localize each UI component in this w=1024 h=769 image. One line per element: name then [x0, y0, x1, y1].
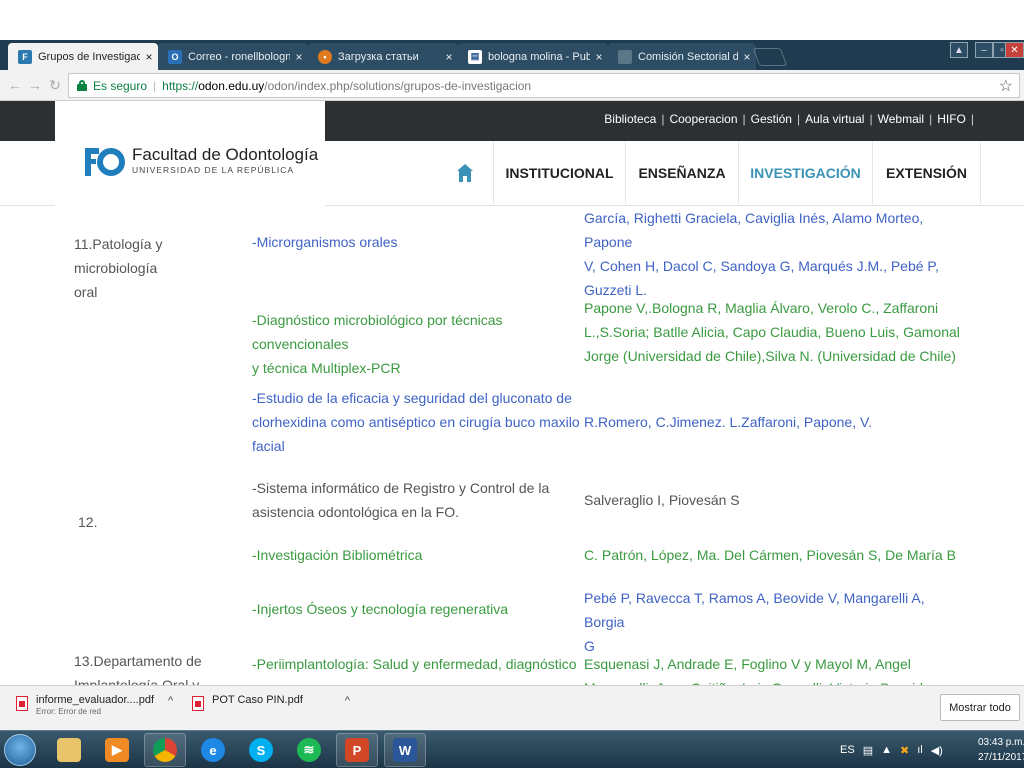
project-title: -Periimplantología: Salud y enfermedad, … — [252, 656, 577, 685]
downloads-bar: informe_evaluador....pdf Error: Error de… — [0, 685, 1024, 730]
download-item[interactable]: POT Caso PIN.pdf ^ — [192, 694, 350, 724]
volume-icon[interactable]: ◀) — [931, 744, 943, 757]
project-title: -Diagnóstico microbiológico por técnicas… — [252, 312, 503, 376]
authors: C. Patrón, López, Ma. Del Cármen, Pioves… — [584, 547, 956, 563]
home-icon[interactable] — [457, 164, 473, 182]
bookmark-star-icon[interactable]: ☆ — [999, 76, 1013, 96]
reload-icon[interactable]: ↻ — [46, 76, 64, 94]
powerpoint-icon[interactable]: P — [336, 733, 378, 767]
close-icon[interactable]: × — [140, 50, 158, 64]
system-clock[interactable]: 03:43 p.m. 27/11/2017 — [978, 735, 1024, 765]
project-title: -Sistema informático de Registro y Contr… — [252, 480, 550, 520]
chevron-up-icon[interactable]: ^ — [345, 695, 350, 707]
research-groups-table: 11.Patología y microbiología oral 12. 13.… — [0, 206, 1024, 685]
spotify-icon[interactable]: ≋ — [288, 733, 330, 767]
show-all-downloads-button[interactable]: Mostrar todo — [940, 694, 1020, 721]
authors: Pebé P, Ravecca T, Ramos A, Beovide V, M… — [584, 590, 925, 654]
top-link-cooperacion[interactable]: Cooperacion — [664, 112, 742, 126]
address-bar[interactable]: Es seguro | https:// odon.edu.uy /odon/i… — [68, 73, 1020, 98]
project-title: -Investigación Bibliométrica — [252, 547, 423, 563]
tab-correo[interactable]: O Correo - ronellbologna@ × — [158, 43, 308, 70]
download-item[interactable]: informe_evaluador....pdf Error: Error de… — [16, 694, 173, 724]
page-favicon-icon — [618, 49, 632, 64]
minimize-icon[interactable]: – — [975, 42, 993, 58]
show-hidden-icons-icon[interactable]: ▲ — [881, 744, 892, 756]
download-favicon-icon: • — [318, 49, 332, 64]
browser-tab-strip: F Grupos de Investigación × O Correo - r… — [0, 40, 1024, 70]
windows-taskbar: ▶ e S ≋ P W ES ▤ ▲ ✖ ıl ◀) 03:43 p.m. 27… — [0, 730, 1024, 768]
pdf-file-icon — [16, 696, 28, 711]
start-button[interactable] — [4, 734, 36, 766]
url-path: /odon/index.php/solutions/grupos-de-inve… — [264, 78, 532, 93]
close-icon[interactable]: × — [440, 50, 458, 64]
nav-institucional[interactable]: INSTITUCIONAL — [493, 141, 626, 204]
authors: Salveraglio I, Piovesán S — [584, 492, 740, 508]
chrome-icon[interactable] — [144, 733, 186, 767]
media-player-icon[interactable]: ▶ — [96, 733, 138, 767]
nav-ensenanza[interactable]: ENSEÑANZA — [626, 141, 739, 204]
keyboard-icon[interactable]: ▤ — [863, 744, 873, 757]
browser-toolbar: ← → ↻ Es seguro | https:// odon.edu.uy /… — [0, 70, 1024, 101]
download-status: Error: Error de red — [36, 707, 101, 716]
tab-pubmed[interactable]: ▤ bologna molina - PubMe × — [458, 43, 608, 70]
top-link-biblioteca[interactable]: Biblioteca — [599, 112, 661, 126]
project-title: -Estudio de la eficacia y seguridad del … — [252, 390, 580, 454]
fo-favicon-icon: F — [18, 49, 32, 64]
group-label: 11.Patología y microbiología oral — [74, 236, 163, 300]
network-icon[interactable]: ıl — [917, 744, 923, 756]
project-title: -Injertos Óseos y tecnología regenerativ… — [252, 601, 509, 617]
top-link-gestion[interactable]: Gestión — [746, 112, 797, 126]
url-separator: | — [153, 78, 157, 93]
lock-icon — [77, 80, 87, 91]
top-link-webmail[interactable]: Webmail — [873, 112, 929, 126]
pubmed-favicon-icon: ▤ — [468, 49, 482, 64]
back-arrow-icon[interactable]: ← — [6, 76, 24, 94]
pdf-file-icon — [192, 696, 204, 711]
tab-comision-sectorial[interactable]: Comisión Sectorial de In × — [608, 43, 756, 70]
authors: García, Righetti Graciela, Caviglia Inés… — [584, 210, 939, 298]
new-tab-button[interactable] — [752, 48, 788, 66]
notification-flag-icon[interactable]: ✖ — [900, 744, 909, 757]
language-indicator[interactable]: ES — [840, 744, 855, 756]
top-blank-area — [0, 0, 1024, 40]
profile-icon[interactable]: ▲ — [950, 42, 968, 58]
fo-logo-icon — [85, 148, 125, 176]
outlook-favicon-icon: O — [168, 49, 182, 64]
window-close-icon[interactable]: ✕ — [1005, 42, 1024, 58]
url-scheme: https:// — [162, 78, 199, 93]
close-icon[interactable]: × — [590, 50, 608, 64]
group-label: 13.Departamento de Implantología Oral y — [74, 653, 202, 685]
ie-icon[interactable]: e — [192, 733, 234, 767]
site-logo[interactable]: Facultad de Odontología UNIVERSIDAD DE L… — [55, 101, 325, 206]
top-links: Biblioteca | Cooperacion | Gestión | Aula v… — [599, 112, 974, 126]
tab-grupos-de-investigacion[interactable]: F Grupos de Investigación × — [8, 43, 158, 70]
close-icon[interactable]: × — [290, 50, 308, 64]
explorer-icon[interactable] — [48, 733, 90, 767]
group-label: 12. — [78, 514, 98, 530]
authors: Papone V,.Bologna R, Maglia Álvaro, Vero… — [584, 300, 960, 364]
top-link-aula-virtual[interactable]: Aula virtual — [800, 112, 869, 126]
tab-zagruzka[interactable]: • Загрузка статьи × — [308, 43, 458, 70]
authors: Esquenasi J, Andrade E, Foglino V y Mayo… — [584, 656, 931, 685]
top-link-hifo[interactable]: HIFO — [932, 112, 971, 126]
skype-icon[interactable]: S — [240, 733, 282, 767]
logo-name: Facultad de Odontología — [132, 145, 319, 164]
nav-investigacion[interactable]: INVESTIGACIÓN — [739, 141, 873, 204]
download-name: POT Caso PIN.pdf — [212, 694, 303, 706]
project-title: -Microrganismos orales — [252, 234, 398, 250]
word-icon[interactable]: W — [384, 733, 426, 767]
secure-label: Es seguro — [93, 78, 148, 93]
system-tray: ES ▤ ▲ ✖ ıl ◀) — [840, 731, 951, 769]
download-name: informe_evaluador....pdf — [36, 694, 155, 706]
logo-subtitle: UNIVERSIDAD DE LA REPÚBLICA — [132, 165, 295, 175]
nav-extension[interactable]: EXTENSIÓN — [873, 141, 981, 204]
chevron-up-icon[interactable]: ^ — [168, 695, 173, 707]
url-host: odon.edu.uy — [198, 78, 265, 93]
forward-arrow-icon[interactable]: → — [26, 76, 44, 94]
authors: R.Romero, C.Jimenez. L.Zaffaroni, Papone… — [584, 414, 872, 430]
